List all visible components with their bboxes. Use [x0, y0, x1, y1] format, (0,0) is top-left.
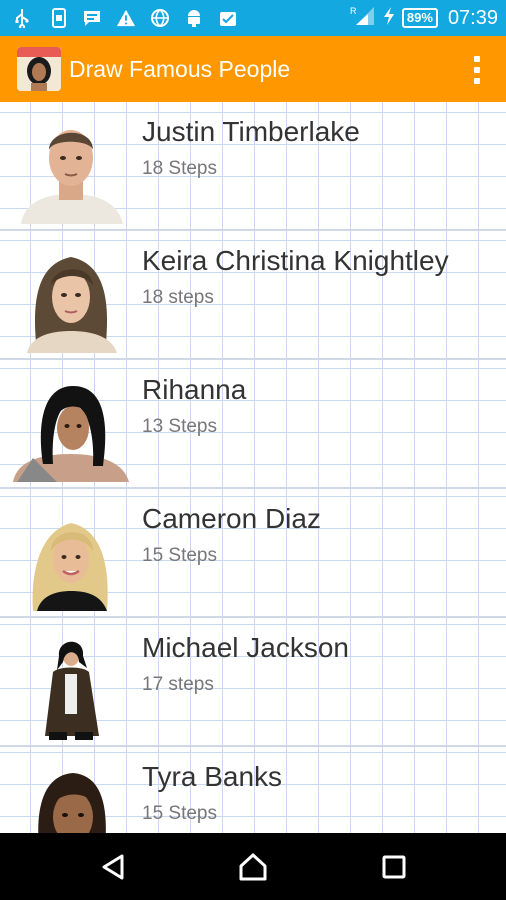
portrait-image	[13, 632, 129, 740]
steps-count: 15 Steps	[142, 545, 217, 566]
back-icon[interactable]	[98, 851, 130, 883]
list-item[interactable]: Tyra Banks 15 Steps	[0, 747, 506, 833]
steps-count: 15 Steps	[142, 803, 217, 824]
home-icon[interactable]	[237, 851, 269, 883]
portrait-image	[13, 503, 129, 611]
list-item[interactable]: Cameron Diaz 15 Steps	[0, 489, 506, 618]
chat-icon	[82, 8, 102, 28]
usb-icon	[12, 8, 32, 28]
list-item[interactable]: Keira Christina Knightley 18 steps	[0, 231, 506, 360]
people-list: Justin Timberlake 18 Steps Keira Christi…	[0, 102, 506, 833]
portrait-image	[13, 374, 129, 482]
person-name: Keira Christina Knightley	[142, 245, 449, 276]
android-icon	[184, 8, 204, 28]
battery-icon: 89%	[401, 8, 438, 28]
list-item[interactable]: Justin Timberlake 18 Steps	[0, 102, 506, 231]
app-title: Draw Famous People	[69, 56, 291, 82]
steps-count: 18 steps	[142, 287, 214, 308]
signal-icon: R	[350, 5, 376, 32]
status-bar: R 89% 07:39	[0, 0, 506, 36]
more-vert-icon[interactable]	[474, 56, 480, 84]
list-item[interactable]: Rihanna 13 Steps	[0, 360, 506, 489]
person-name: Rihanna	[142, 374, 247, 405]
portrait-image	[13, 761, 129, 833]
warning-icon	[116, 8, 136, 28]
portrait-image	[13, 116, 129, 224]
steps-count: 13 Steps	[142, 416, 217, 437]
list-item[interactable]: Michael Jackson 17 steps	[0, 618, 506, 747]
person-name: Tyra Banks	[142, 761, 283, 792]
person-name: Justin Timberlake	[142, 116, 360, 147]
steps-count: 17 steps	[142, 674, 214, 695]
globe-icon	[150, 8, 170, 28]
sim-icon	[49, 8, 69, 28]
app-bar: Draw Famous People	[0, 36, 506, 102]
app-logo	[17, 47, 61, 91]
steps-count: 18 Steps	[142, 158, 217, 179]
recents-icon[interactable]	[378, 851, 410, 883]
portrait-image	[13, 245, 129, 353]
person-name: Michael Jackson	[142, 632, 349, 663]
clipboard-icon	[218, 8, 238, 28]
charging-icon	[382, 6, 396, 31]
svg-text:R: R	[350, 6, 357, 16]
person-name: Cameron Diaz	[142, 503, 321, 534]
status-right: R 89% 07:39	[350, 0, 498, 36]
navigation-bar	[0, 833, 506, 900]
clock: 07:39	[447, 6, 498, 29]
